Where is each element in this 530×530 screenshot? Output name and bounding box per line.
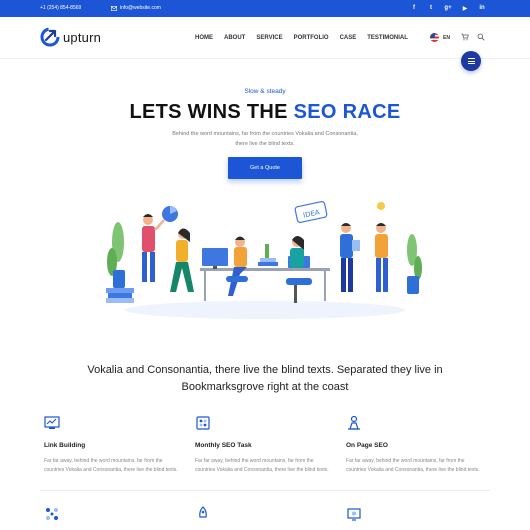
twitter-icon[interactable]: t	[427, 4, 435, 12]
hamburger-line	[467, 63, 475, 64]
upturn-logo-icon	[40, 27, 60, 47]
person-tablet-man-icon	[340, 223, 360, 292]
idea-sign-icon: IDEA	[294, 201, 328, 223]
feature-description: Far far away, behind the word mountains,…	[346, 458, 480, 473]
section-heading: Vokalia and Consonantia, there live the …	[87, 364, 443, 393]
team-illustration: IDEA	[106, 201, 422, 319]
menu-item-home[interactable]: HOME	[195, 35, 213, 41]
person-presenter-icon	[142, 206, 178, 282]
google-plus-icon[interactable]: g+	[444, 4, 452, 12]
main-navigation: upturn HOME ABOUT SERVICE PORTFOLIO CASE…	[0, 17, 530, 59]
hero-title: LETS WINS THE SEO RACE	[0, 101, 530, 124]
person-desk-man-icon	[226, 236, 248, 296]
phone-contact[interactable]: +1 (254) 854-8569	[40, 5, 81, 11]
hero-kicker: Slow & steady	[244, 88, 286, 95]
hamburger-line	[467, 58, 475, 59]
menu-item-case[interactable]: CASE	[340, 35, 357, 41]
menu-item-testimonial[interactable]: TESTIMONIAL	[367, 35, 408, 41]
hamburger-line	[467, 60, 475, 62]
cart-icon[interactable]	[461, 33, 469, 41]
phone-number: +1 (254) 854-8569	[40, 5, 82, 11]
feature-title: Monthly SEO Task	[195, 442, 252, 449]
linkedin-icon[interactable]: in	[478, 4, 486, 12]
mail-icon	[111, 5, 117, 11]
menu-item-service[interactable]: SERVICE	[256, 35, 282, 41]
plant-right-icon	[407, 234, 422, 294]
email-contact[interactable]: info@website.com	[111, 5, 161, 11]
feature-link-building: Link Building Far far away, behind the w…	[44, 415, 184, 475]
person-idea-man-icon	[375, 202, 388, 292]
plant-left-icon	[107, 222, 125, 288]
facebook-icon[interactable]: f	[410, 4, 418, 12]
analytics-icon	[347, 508, 361, 521]
feature-on-page-seo: On Page SEO Far far away, behind the wor…	[346, 415, 486, 475]
youtube-icon[interactable]: ▶	[461, 4, 469, 12]
feature-title: On Page SEO	[346, 442, 388, 449]
menu-item-about[interactable]: ABOUT	[224, 35, 245, 41]
on-page-seo-icon	[348, 415, 360, 430]
link-building-icon	[44, 416, 60, 429]
network-icon	[46, 508, 58, 520]
logo-text: upturn	[63, 29, 102, 45]
social-links: f t g+ ▶ in	[410, 4, 486, 12]
hero-title-accent: SEO RACE	[293, 101, 401, 123]
feature-title: Link Building	[44, 442, 86, 449]
hero-title-main: LETS WINS THE	[129, 101, 294, 123]
search-icon[interactable]	[477, 33, 485, 41]
top-bar: +1 (254) 854-8569 info@website.com f t g…	[0, 0, 530, 17]
menu-toggle-button[interactable]	[461, 51, 481, 71]
menu: HOME ABOUT SERVICE PORTFOLIO CASE TESTIM…	[195, 35, 419, 41]
menu-item-portfolio[interactable]: PORTFOLIO	[294, 35, 329, 41]
hero-description: Behind the word mountains, far from the …	[172, 131, 358, 147]
rocket-icon	[199, 506, 207, 518]
us-flag-icon	[430, 33, 439, 42]
monthly-seo-task-icon	[196, 416, 210, 430]
language-label: EN	[443, 34, 450, 41]
logo[interactable]: upturn	[40, 27, 101, 47]
feature-description: Far far away, behind the word mountains,…	[195, 458, 329, 473]
nav-icons	[461, 33, 485, 41]
email-address: info@website.com	[120, 5, 161, 11]
person-woman-green-icon	[170, 228, 194, 292]
feature-monthly-seo-task: Monthly SEO Task Far far away, behind th…	[195, 415, 335, 475]
language-selector[interactable]: EN	[430, 33, 450, 42]
feature-description: Far far away, behind the word mountains,…	[44, 458, 178, 473]
get-a-quote-button[interactable]: Get a Quote	[228, 157, 302, 179]
section-divider	[40, 490, 490, 491]
